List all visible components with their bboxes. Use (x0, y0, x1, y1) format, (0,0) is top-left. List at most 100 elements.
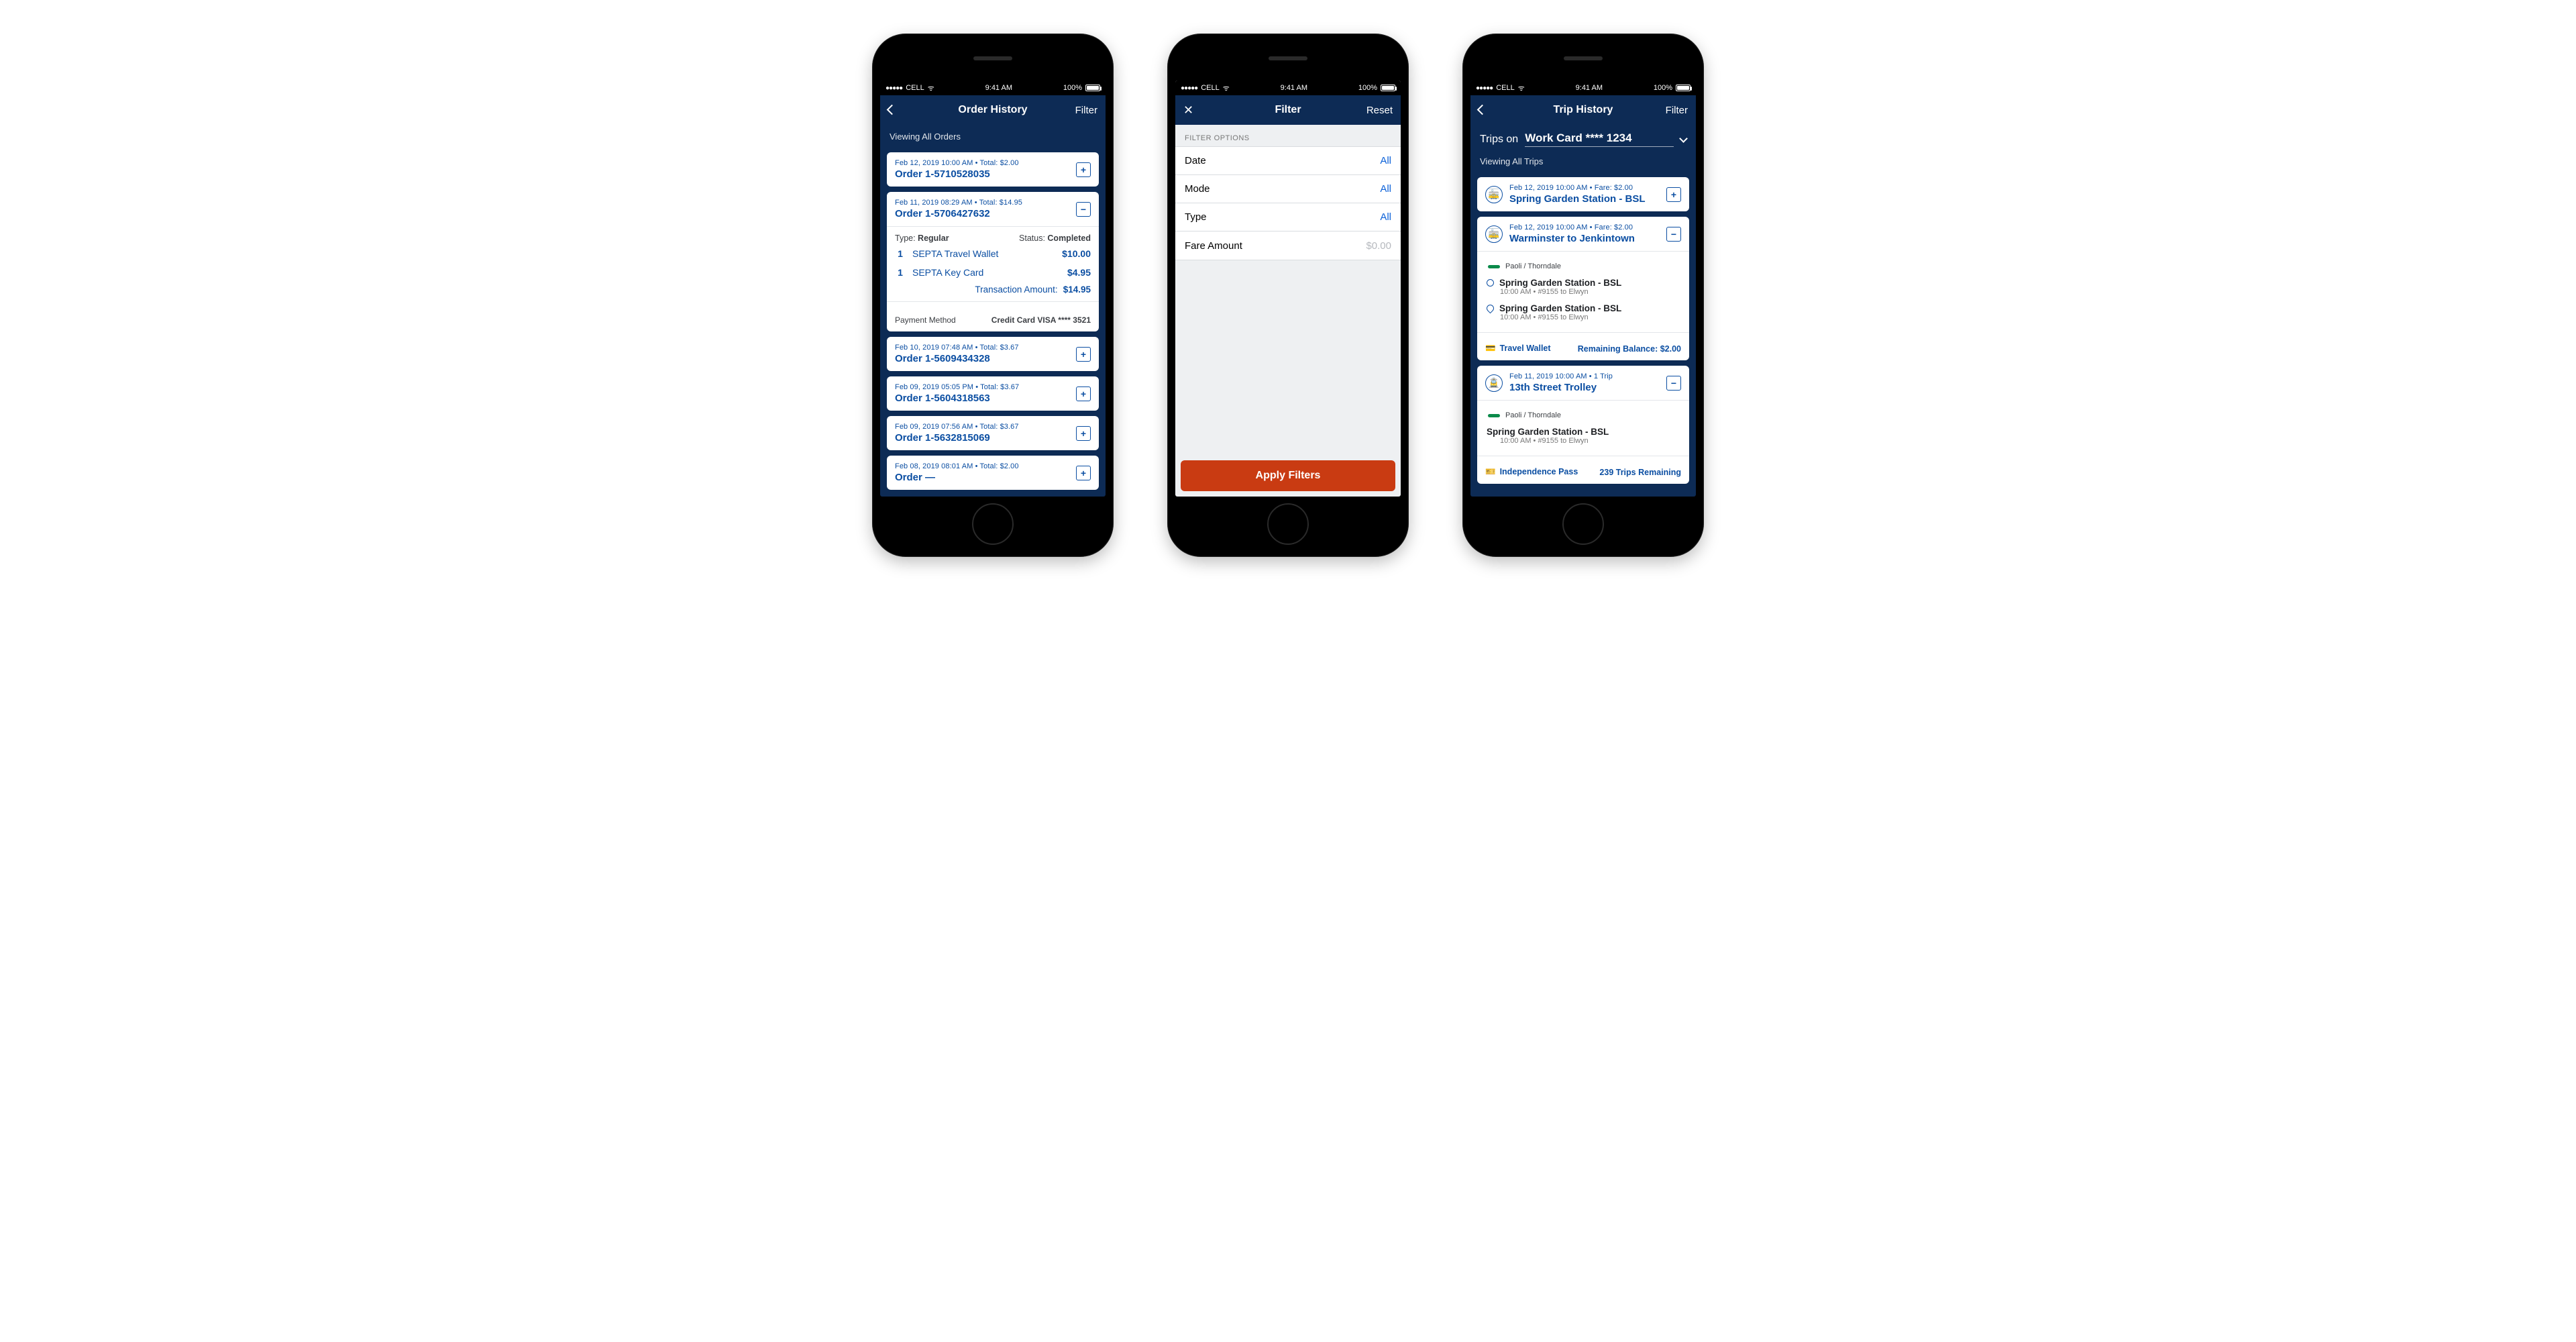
chevron-down-icon (1679, 134, 1688, 143)
filter-link[interactable]: Filter (1068, 105, 1097, 116)
clock: 9:41 AM (985, 84, 1012, 92)
nav-bar: Order History Filter (880, 95, 1106, 125)
close-button[interactable]: ✕ (1183, 103, 1213, 117)
filter-value: $0.00 (1366, 240, 1391, 252)
order-number: Order 1-5609434328 (895, 353, 1019, 364)
wifi-icon: ᯤ (1223, 83, 1230, 93)
filter-row[interactable]: Date All (1175, 147, 1401, 175)
trip-stop: Spring Garden Station - BSL10:00 AM • #9… (1485, 300, 1681, 325)
chevron-left-icon (887, 104, 898, 115)
trip-card[interactable]: 🚋 Feb 12, 2019 10:00 AM • Fare: $2.00 Warm… (1477, 217, 1689, 360)
wallet-icon: 💳 (1485, 344, 1496, 353)
expand-button[interactable]: + (1076, 386, 1091, 401)
order-meta: Feb 12, 2019 10:00 AM • Total: $2.00 (895, 159, 1019, 167)
filter-label: Type (1185, 211, 1207, 223)
order-number: Order 1-5706427632 (895, 208, 1022, 219)
transit-icon: 🚋 (1485, 225, 1503, 243)
trips-subtitle: Viewing All Trips (1470, 150, 1696, 172)
trip-stop: Spring Garden Station - BSL10:00 AM • #9… (1485, 274, 1681, 300)
transit-icon: 🚋 (1485, 186, 1503, 203)
filter-link[interactable]: Filter (1658, 105, 1688, 116)
order-number: Order 1-5632815069 (895, 432, 1019, 444)
apply-filters-button[interactable]: Apply Filters (1181, 460, 1395, 491)
order-card[interactable]: Feb 09, 2019 05:05 PM • Total: $3.67Orde… (887, 376, 1099, 411)
reset-button[interactable]: Reset (1363, 105, 1393, 116)
expand-button[interactable]: + (1666, 187, 1681, 202)
page-title: Trip History (1554, 104, 1613, 116)
order-meta: Feb 09, 2019 07:56 AM • Total: $3.67 (895, 423, 1019, 431)
collapse-button[interactable]: − (1666, 376, 1681, 391)
device-trip-history: ●●●●●CELLᯤ 9:41 AM 100% Trip History Fil… (1462, 34, 1704, 557)
trip-card[interactable]: 🚊Feb 11, 2019 10:00 AM • 1 Trip13th Stre… (1477, 366, 1689, 484)
orders-list[interactable]: Feb 12, 2019 10:00 AM • Total: $2.00Orde… (880, 147, 1106, 497)
close-icon: ✕ (1183, 103, 1193, 117)
card-selector[interactable]: Trips on Work Card **** 1234 (1470, 125, 1696, 150)
screen-trip-history: ●●●●●CELLᯤ 9:41 AM 100% Trip History Fil… (1470, 81, 1696, 497)
filter-value: All (1380, 211, 1391, 223)
order-number: Order — (895, 472, 1019, 483)
trip-meta: Feb 12, 2019 10:00 AM • Fare: $2.00 (1509, 223, 1660, 231)
clock: 9:41 AM (1576, 84, 1603, 92)
trip-card[interactable]: 🚋 Feb 12, 2019 10:00 AM • Fare: $2.00Spri… (1477, 177, 1689, 211)
filter-options-list: DateAllModeAllTypeAllFare Amount$0.00 (1175, 146, 1401, 260)
clock: 9:41 AM (1281, 84, 1307, 92)
collapse-button[interactable]: − (1666, 227, 1681, 242)
device-filter: ●●●●●CELLᯤ 9:41 AM 100% ✕ Filter Reset F… (1167, 34, 1409, 557)
payment-method: Payment MethodCredit Card VISA **** 3521 (895, 309, 1091, 325)
filter-row[interactable]: Type All (1175, 203, 1401, 231)
filter-row[interactable]: Fare Amount $0.00 (1175, 231, 1401, 260)
orders-subtitle: Viewing All Orders (880, 125, 1106, 147)
order-meta: Feb 11, 2019 08:29 AM • Total: $14.95 (895, 199, 1022, 207)
wifi-icon: ᯤ (1518, 83, 1525, 93)
order-meta: Feb 09, 2019 05:05 PM • Total: $3.67 (895, 383, 1019, 391)
destination-icon (1485, 303, 1496, 314)
wallet-icon: 🎫 (1485, 467, 1496, 476)
order-meta: Feb 10, 2019 07:48 AM • Total: $3.67 (895, 344, 1019, 352)
collapse-button[interactable]: − (1076, 202, 1091, 217)
back-button[interactable] (1479, 105, 1508, 116)
order-card[interactable]: Feb 09, 2019 07:56 AM • Total: $3.67Orde… (887, 416, 1099, 450)
battery-icon (1676, 85, 1690, 91)
trip-meta: Feb 12, 2019 10:00 AM • Fare: $2.00 (1509, 184, 1660, 192)
trips-list[interactable]: 🚋Feb 12, 2019 10:00 AM • Fare: $2.00Spri… (1470, 172, 1696, 497)
status-bar: ●●●●●CELLᯤ 9:41 AM 100% (1470, 81, 1696, 95)
order-card[interactable]: Feb 08, 2019 08:01 AM • Total: $2.00 Orde… (887, 456, 1099, 490)
screen-filter: ●●●●●CELLᯤ 9:41 AM 100% ✕ Filter Reset F… (1175, 81, 1401, 497)
filter-row[interactable]: ModeAll (1175, 175, 1401, 203)
order-meta: Feb 08, 2019 08:01 AM • Total: $2.00 (895, 462, 1019, 470)
order-type-status: Type: RegularStatus: Completed (895, 234, 1091, 243)
transit-icon: 🚊 (1485, 374, 1503, 392)
nav-bar: ✕ Filter Reset (1175, 95, 1401, 125)
screen-order-history: ●●●●●CELLᯤ 9:41 AM 100% Order History Fi… (880, 81, 1106, 497)
expand-button[interactable]: + (1076, 162, 1091, 177)
filter-value: All (1380, 155, 1391, 166)
selected-card: Work Card **** 1234 (1525, 132, 1674, 147)
chevron-left-icon (1477, 104, 1488, 115)
order-number: Order 1-5710528035 (895, 168, 1019, 180)
filter-label: Date (1185, 155, 1206, 166)
route-line: Paoli / Thorndale (1485, 407, 1681, 423)
battery-icon (1085, 85, 1100, 91)
status-bar: ●●●●●CELLᯤ 9:41 AM 100% (1175, 81, 1401, 95)
expand-button[interactable]: + (1076, 466, 1091, 480)
device-order-history: ●●●●●CELLᯤ 9:41 AM 100% Order History Fi… (872, 34, 1114, 557)
expand-button[interactable]: + (1076, 347, 1091, 362)
filter-value: All (1380, 183, 1391, 195)
trip-name: Spring Garden Station - BSL (1509, 193, 1660, 205)
nav-bar: Trip History Filter (1470, 95, 1696, 125)
transaction-amount: Transaction Amount:$14.95 (895, 280, 1091, 295)
trips-on-label: Trips on (1480, 134, 1518, 146)
page-title: Filter (1275, 104, 1301, 116)
order-card[interactable]: Feb 11, 2019 08:29 AM • Total: $14.95Ord… (887, 192, 1099, 331)
trip-meta: Feb 11, 2019 10:00 AM • 1 Trip (1509, 372, 1660, 380)
expand-button[interactable]: + (1076, 426, 1091, 441)
order-card[interactable]: Feb 10, 2019 07:48 AM • Total: $3.67Orde… (887, 337, 1099, 371)
route-line: Paoli / Thorndale (1485, 258, 1681, 274)
trip-stop: Spring Garden Station - BSL10:00 AM • #9… (1485, 423, 1681, 449)
page-title: Order History (958, 104, 1027, 116)
battery-icon (1381, 85, 1395, 91)
order-card[interactable]: Feb 12, 2019 10:00 AM • Total: $2.00Orde… (887, 152, 1099, 187)
trip-name: Warminster to Jenkintown (1509, 233, 1660, 244)
back-button[interactable] (888, 105, 918, 116)
filter-label: Fare Amount (1185, 240, 1242, 252)
